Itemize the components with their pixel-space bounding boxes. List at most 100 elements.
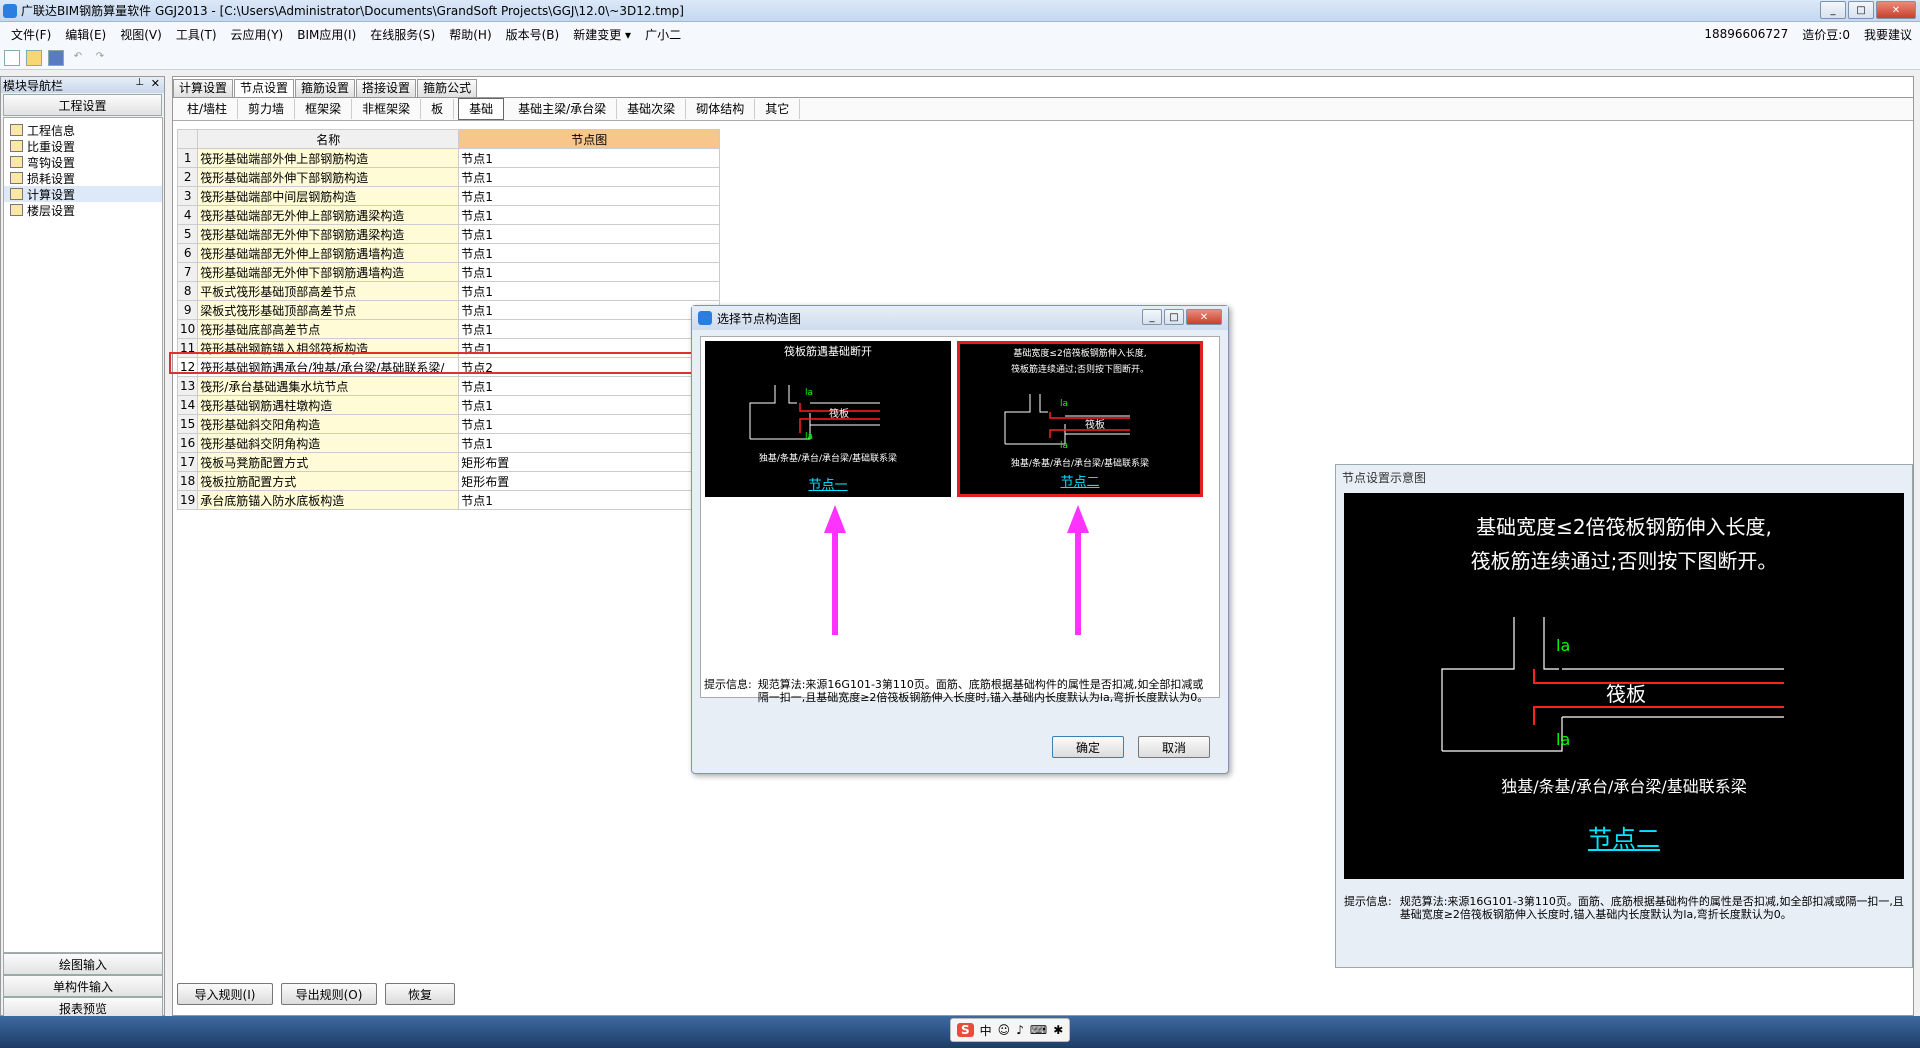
- table-row[interactable]: 2 筏形基础端部外伸下部钢筋构造 节点1: [176, 167, 721, 187]
- new-file-icon[interactable]: [4, 49, 20, 66]
- tree-item-loss[interactable]: 损耗设置: [4, 170, 162, 186]
- node-value[interactable]: 节点1: [458, 414, 721, 434]
- emoji-icon[interactable]: ☺: [998, 1023, 1011, 1037]
- tab-foundation-secondary-beam[interactable]: 基础次梁: [617, 99, 687, 119]
- tree-item-project-info[interactable]: 工程信息: [4, 122, 162, 138]
- tree-item-floor[interactable]: 楼层设置: [4, 202, 162, 218]
- node-value[interactable]: 节点1: [458, 433, 721, 453]
- tab-nonframe-beam[interactable]: 非框架梁: [352, 99, 422, 119]
- tab-masonry[interactable]: 砌体结构: [686, 99, 756, 119]
- table-row[interactable]: 18 筏板拉筋配置方式 矩形布置: [176, 471, 721, 491]
- dialog-maximize-button[interactable]: □: [1164, 309, 1184, 325]
- menu-new-change[interactable]: 新建变更 ▾: [566, 26, 638, 43]
- table-row[interactable]: 14 筏形基础钢筋遇柱墩构造 节点1: [176, 395, 721, 415]
- restore-button[interactable]: 恢复: [385, 983, 455, 1005]
- table-row[interactable]: 9 梁板式筏形基础顶部高差节点 节点1: [176, 300, 721, 320]
- menu-cloud[interactable]: 云应用(Y): [224, 26, 291, 43]
- tab-stirrup-settings[interactable]: 箍筋设置: [295, 79, 356, 97]
- mic-icon[interactable]: ♪: [1016, 1023, 1024, 1037]
- menu-version[interactable]: 版本号(B): [499, 26, 567, 43]
- table-row[interactable]: 6 筏形基础端部无外伸上部钢筋遇墙构造 节点1: [176, 243, 721, 263]
- node-value[interactable]: 节点1: [458, 262, 721, 282]
- user-phone[interactable]: 18896606727: [1704, 27, 1788, 41]
- tab-node-settings[interactable]: 节点设置: [234, 79, 295, 98]
- tab-frame-beam[interactable]: 框架梁: [295, 99, 353, 119]
- cancel-button[interactable]: 取消: [1138, 736, 1210, 758]
- table-row[interactable]: 16 筏形基础斜交阴角构造 节点1: [176, 433, 721, 453]
- project-settings-button[interactable]: 工程设置: [3, 94, 162, 116]
- save-icon[interactable]: [48, 49, 64, 66]
- close-panel-icon[interactable]: ✕: [151, 77, 160, 90]
- settings-icon[interactable]: ✱: [1053, 1023, 1063, 1037]
- minimize-button[interactable]: _: [1820, 1, 1846, 19]
- tab-column[interactable]: 柱/墙柱: [177, 99, 239, 119]
- single-component-button[interactable]: 单构件输入: [3, 975, 163, 997]
- dialog-minimize-button[interactable]: _: [1142, 309, 1162, 325]
- tab-calc-settings[interactable]: 计算设置: [173, 79, 234, 97]
- maximize-button[interactable]: □: [1848, 1, 1874, 19]
- table-row[interactable]: 10 筏形基础底部高差节点 节点1: [176, 319, 721, 339]
- node-value[interactable]: 节点1: [458, 376, 721, 396]
- import-rules-button[interactable]: 导入规则(I): [177, 983, 273, 1005]
- beans-count: 造价豆:0: [1802, 27, 1850, 42]
- ime-toolbar[interactable]: S 中 ☺ ♪ ⌨ ✱: [950, 1018, 1071, 1042]
- menu-assistant[interactable]: 广小二: [638, 26, 688, 43]
- menu-view[interactable]: 视图(V): [113, 26, 169, 43]
- node-value[interactable]: 节点1: [458, 224, 721, 244]
- table-row[interactable]: 1 筏形基础端部外伸上部钢筋构造 节点1: [176, 148, 721, 168]
- tab-shear-wall[interactable]: 剪力墙: [238, 99, 296, 119]
- tab-foundation-main-beam[interactable]: 基础主梁/承台梁: [508, 99, 618, 119]
- export-rules-button[interactable]: 导出规则(O): [281, 983, 377, 1005]
- tree-item-density[interactable]: 比重设置: [4, 138, 162, 154]
- settings-tabs: 计算设置 节点设置 箍筋设置 搭接设置 箍筋公式: [173, 79, 478, 98]
- menu-online[interactable]: 在线服务(S): [363, 26, 442, 43]
- node-value[interactable]: 节点1: [458, 186, 721, 206]
- table-row[interactable]: 3 筏形基础端部中间层钢筋构造 节点1: [176, 186, 721, 206]
- tab-foundation[interactable]: 基础: [458, 98, 505, 120]
- menu-tools[interactable]: 工具(T): [169, 26, 224, 43]
- ok-button[interactable]: 确定: [1052, 736, 1124, 758]
- table-row[interactable]: 17 筏板马凳筋配置方式 矩形布置: [176, 452, 721, 472]
- redo-icon[interactable]: ↷: [92, 50, 108, 66]
- suggest-link[interactable]: 我要建议: [1864, 26, 1912, 43]
- node-option-1[interactable]: 筏板筋遇基础断开 筏板 la la 独基/条基/承台/承台梁/基础联系梁 节点一: [705, 341, 951, 497]
- table-row[interactable]: 7 筏形基础端部无外伸下部钢筋遇墙构造 节点1: [176, 262, 721, 282]
- node-value[interactable]: 节点1: [458, 490, 721, 510]
- node-value[interactable]: 节点1: [458, 395, 721, 415]
- table-row[interactable]: 19 承台底筋锚入防水底板构造 节点1: [176, 490, 721, 510]
- tab-other[interactable]: 其它: [755, 99, 801, 119]
- drawing-input-button[interactable]: 绘图输入: [3, 953, 163, 975]
- ime-lang[interactable]: 中: [980, 1022, 992, 1039]
- node-value[interactable]: 矩形布置: [458, 471, 721, 491]
- node-value[interactable]: 节点1: [458, 319, 721, 339]
- table-row[interactable]: 8 平板式筏形基础顶部高差节点 节点1: [176, 281, 721, 301]
- table-row[interactable]: 5 筏形基础端部无外伸下部钢筋遇梁构造 节点1: [176, 224, 721, 244]
- node-option-2[interactable]: 基础宽度≤2倍筏板钢筋伸入长度, 筏板筋连续通过;否则按下图断开。 筏板 la …: [957, 341, 1203, 497]
- node-value[interactable]: 节点1: [458, 300, 721, 320]
- tree-item-hook[interactable]: 弯钩设置: [4, 154, 162, 170]
- node1-caption: 节点一: [808, 478, 848, 493]
- table-row[interactable]: 13 筏形/承台基础遇集水坑节点 节点1: [176, 376, 721, 396]
- undo-icon[interactable]: ↶: [70, 50, 86, 66]
- tab-lap-settings[interactable]: 搭接设置: [356, 79, 417, 97]
- node-value[interactable]: 节点1: [458, 205, 721, 225]
- dialog-close-button[interactable]: ✕: [1186, 309, 1222, 325]
- menu-edit[interactable]: 编辑(E): [58, 26, 113, 43]
- keyboard-icon[interactable]: ⌨: [1030, 1023, 1047, 1037]
- menu-help[interactable]: 帮助(H): [442, 26, 498, 43]
- tab-slab[interactable]: 板: [421, 99, 455, 119]
- node-value[interactable]: 矩形布置: [458, 452, 721, 472]
- open-folder-icon[interactable]: [26, 49, 42, 66]
- node-value[interactable]: 节点1: [458, 167, 721, 187]
- tab-stirrup-formula[interactable]: 箍筋公式: [417, 79, 478, 97]
- menu-file[interactable]: 文件(F): [4, 26, 58, 43]
- tree-item-calc[interactable]: 计算设置: [4, 186, 162, 202]
- node-value[interactable]: 节点1: [458, 148, 721, 168]
- node-value[interactable]: 节点1: [458, 243, 721, 263]
- menu-bim[interactable]: BIM应用(I): [290, 26, 363, 43]
- table-row[interactable]: 15 筏形基础斜交阳角构造 节点1: [176, 414, 721, 434]
- table-row[interactable]: 4 筏形基础端部无外伸上部钢筋遇梁构造 节点1: [176, 205, 721, 225]
- close-button[interactable]: ✕: [1876, 1, 1916, 19]
- node-value[interactable]: 节点1: [458, 281, 721, 301]
- pin-icon[interactable]: ⊥: [135, 77, 144, 88]
